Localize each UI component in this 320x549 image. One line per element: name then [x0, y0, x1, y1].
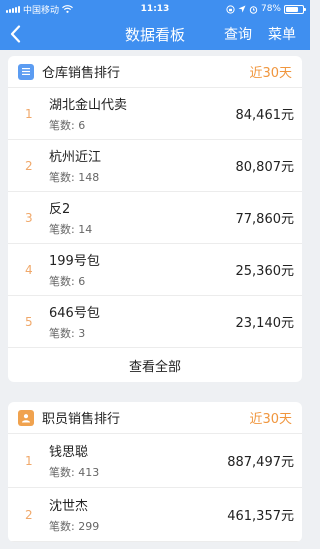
count-label: 笔数:	[49, 119, 75, 132]
sales-amount: 887,497元	[227, 455, 294, 470]
warehouse-name: 反2	[49, 202, 71, 217]
nav-actions: 查询 菜单	[224, 24, 310, 44]
list-icon	[18, 63, 34, 80]
rank-number: 2	[25, 507, 33, 522]
warehouse-name: 199号包	[49, 254, 100, 269]
row-info: 钱思聪 笔数: 413	[49, 441, 227, 480]
row-info: 646号包 笔数: 3	[49, 302, 236, 341]
rank-number: 2	[25, 158, 33, 173]
rank-number: 1	[25, 453, 33, 468]
transaction-count: 笔数: 413	[49, 464, 227, 480]
view-all-button[interactable]: 查看全部	[8, 348, 302, 382]
sales-amount: 80,807元	[235, 160, 295, 175]
rank-number: 1	[25, 106, 33, 121]
warehouse-row[interactable]: 5 646号包 笔数: 3 23,140元	[8, 296, 302, 348]
staff-range-selector[interactable]: 近30天	[249, 408, 292, 427]
battery-icon	[284, 4, 306, 14]
staff-row[interactable]: 1 钱思聪 笔数: 413 887,497元	[8, 434, 302, 488]
count-label: 笔数:	[49, 275, 75, 288]
count-label: 笔数:	[49, 327, 75, 340]
warehouse-card-header: 仓库销售排行 近30天	[8, 56, 302, 88]
chevron-left-icon	[10, 25, 20, 43]
warehouse-row[interactable]: 4 199号包 笔数: 6 25,360元	[8, 244, 302, 296]
sales-amount: 461,357元	[227, 509, 294, 524]
warehouse-row[interactable]: 3 反2 笔数: 14 77,860元	[8, 192, 302, 244]
count-value: 14	[78, 223, 93, 236]
battery-level	[286, 6, 299, 12]
count-value: 148	[78, 171, 100, 184]
staff-card-header: 职员销售排行 近30天	[8, 402, 302, 434]
warehouse-card-title: 仓库销售排行	[42, 66, 121, 81]
transaction-count: 笔数: 3	[49, 325, 236, 341]
staff-ranking-card: 职员销售排行 近30天 1 钱思聪 笔数: 413 887,497元 2 沈世杰…	[8, 402, 302, 542]
sales-amount: 77,860元	[235, 212, 295, 227]
transaction-count: 笔数: 14	[49, 221, 236, 237]
staff-row[interactable]: 2 沈世杰 笔数: 299 461,357元	[8, 488, 302, 542]
person-icon	[18, 409, 34, 426]
staff-name: 钱思聪	[49, 445, 89, 460]
location-icon	[238, 5, 246, 13]
warehouse-name: 646号包	[49, 306, 100, 321]
signal-icon	[6, 5, 20, 13]
count-value: 299	[78, 520, 100, 533]
warehouse-name: 杭州近江	[49, 150, 102, 165]
back-button[interactable]	[0, 18, 30, 50]
count-label: 笔数:	[49, 520, 75, 533]
query-button[interactable]: 查询	[224, 24, 252, 44]
wifi-icon	[62, 5, 73, 13]
rank-number: 4	[25, 262, 33, 277]
warehouse-ranking-card: 仓库销售排行 近30天 1 湖北金山代卖 笔数: 6 84,461元 2 杭州近…	[8, 56, 302, 382]
transaction-count: 笔数: 299	[49, 518, 227, 534]
count-value: 6	[78, 119, 86, 132]
warehouse-range-selector[interactable]: 近30天	[249, 62, 292, 81]
transaction-count: 笔数: 148	[49, 169, 236, 185]
status-left: 中国移动	[6, 3, 73, 16]
warehouse-row[interactable]: 2 杭州近江 笔数: 148 80,807元	[8, 140, 302, 192]
rank-number: 5	[25, 314, 33, 329]
transaction-count: 笔数: 6	[49, 117, 236, 133]
battery-percent: 78%	[260, 4, 281, 14]
sales-amount: 23,140元	[235, 316, 295, 331]
count-value: 3	[78, 327, 86, 340]
alarm-icon	[249, 5, 258, 14]
nav-bar: 数据看板 查询 菜单	[0, 18, 310, 50]
sales-amount: 25,360元	[235, 264, 295, 279]
row-info: 杭州近江 笔数: 148	[49, 146, 236, 185]
app-header: 中国移动 11:13 78% 数据看板 查询 菜单	[0, 0, 310, 50]
row-info: 沈世杰 笔数: 299	[49, 495, 227, 534]
count-label: 笔数:	[49, 171, 75, 184]
staff-name: 沈世杰	[49, 499, 89, 514]
row-info: 湖北金山代卖 笔数: 6	[49, 94, 236, 133]
staff-card-title: 职员销售排行	[42, 412, 121, 427]
count-value: 413	[78, 466, 100, 479]
warehouse-row[interactable]: 1 湖北金山代卖 笔数: 6 84,461元	[8, 88, 302, 140]
row-info: 反2 笔数: 14	[49, 198, 236, 237]
status-right: 78%	[226, 4, 306, 14]
count-label: 笔数:	[49, 223, 75, 236]
status-bar: 中国移动 11:13 78%	[0, 0, 310, 18]
lock-rotation-icon	[226, 4, 235, 14]
rank-number: 3	[25, 210, 33, 225]
count-label: 笔数:	[49, 466, 75, 479]
carrier-label: 中国移动	[23, 5, 60, 16]
sales-amount: 84,461元	[235, 108, 295, 123]
warehouse-name: 湖北金山代卖	[49, 98, 128, 113]
transaction-count: 笔数: 6	[49, 273, 236, 289]
row-info: 199号包 笔数: 6	[49, 250, 236, 289]
menu-button[interactable]: 菜单	[268, 24, 296, 44]
count-value: 6	[78, 275, 86, 288]
